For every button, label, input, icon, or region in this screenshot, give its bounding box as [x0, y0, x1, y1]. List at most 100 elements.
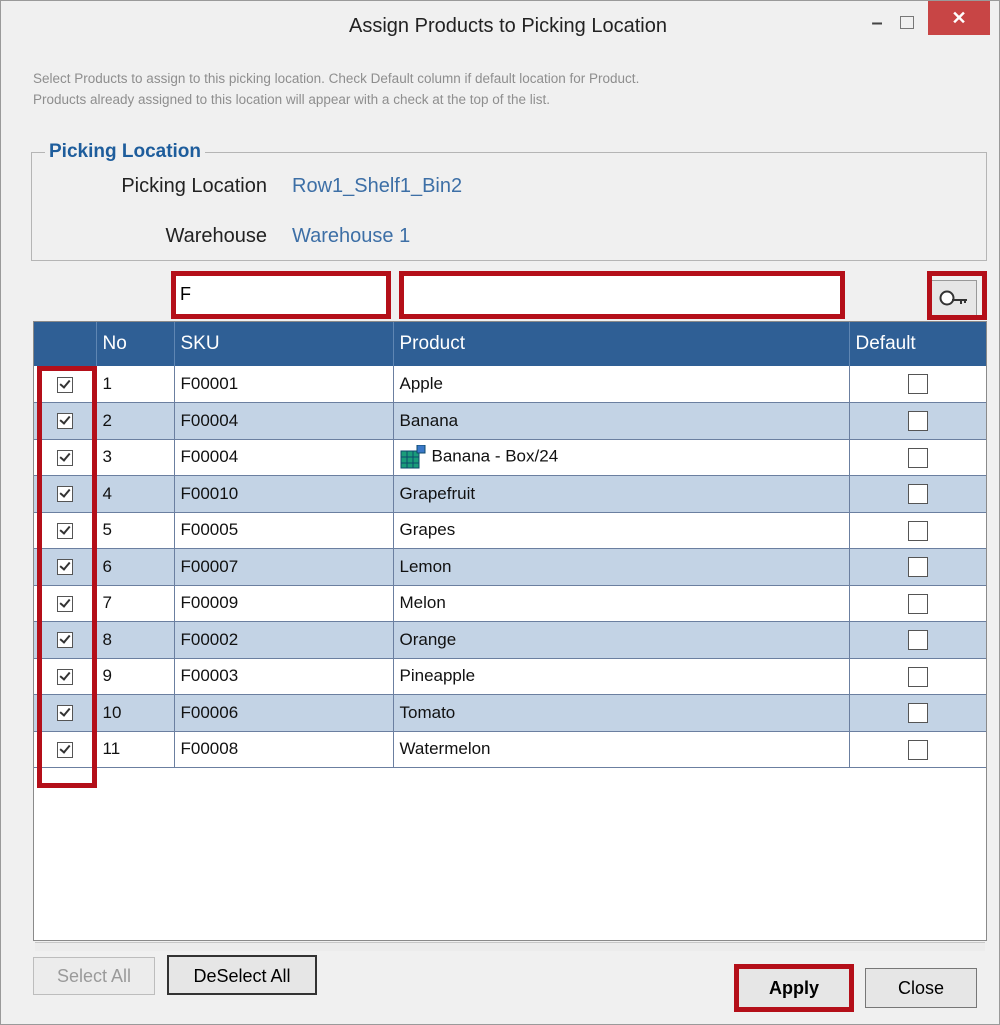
row-default-checkbox[interactable] — [907, 447, 928, 468]
row-default-checkbox[interactable] — [907, 484, 928, 504]
row-select-cell[interactable] — [34, 621, 97, 659]
header-sku[interactable]: SKU — [174, 322, 394, 366]
header-product[interactable]: Product — [393, 322, 850, 366]
table-row[interactable]: 2 F00004 Banana — [34, 402, 986, 440]
row-select-cell[interactable] — [34, 694, 97, 732]
row-select-cell[interactable] — [34, 658, 97, 695]
row-no: 1 — [96, 366, 175, 403]
row-default-cell[interactable] — [849, 585, 986, 622]
row-default-cell[interactable] — [849, 621, 986, 659]
row-default-checkbox[interactable] — [907, 739, 928, 760]
row-default-cell[interactable] — [849, 512, 986, 549]
products-grid: No SKU Product Default 1 F00001 Apple 2 F000… — [33, 321, 987, 941]
row-product-cell: Apple — [393, 366, 850, 403]
row-product-cell: Grapefruit — [393, 475, 850, 513]
row-product: Apple — [399, 374, 443, 393]
row-select-checkbox[interactable] — [56, 413, 73, 430]
row-default-checkbox[interactable] — [907, 374, 928, 395]
row-no: 5 — [96, 512, 175, 549]
title-bar: Assign Products to Picking Location – ✕ — [1, 1, 999, 53]
product-filter-input[interactable] — [401, 273, 843, 317]
table-row[interactable]: 5 F00005 Grapes — [34, 512, 986, 549]
row-default-cell[interactable] — [849, 658, 986, 695]
row-select-checkbox[interactable] — [56, 522, 73, 539]
instructions: Select Products to assign to this pickin… — [33, 68, 639, 110]
products-table: No SKU Product Default 1 F00001 Apple 2 F000… — [34, 322, 986, 768]
sku-filter-input[interactable]: F — [173, 273, 389, 317]
row-select-checkbox[interactable] — [56, 705, 73, 722]
row-select-cell[interactable] — [34, 585, 97, 622]
table-row[interactable]: 6 F00007 Lemon — [34, 548, 986, 586]
row-select-checkbox[interactable] — [56, 559, 73, 576]
table-row[interactable]: 4 F00010 Grapefruit — [34, 475, 986, 513]
row-default-cell[interactable] — [849, 366, 986, 403]
row-product-cell: Banana - Box/24 — [393, 439, 850, 476]
row-select-checkbox[interactable] — [56, 741, 73, 758]
table-row[interactable]: 3 F00004 Banana - Box/24 — [34, 439, 986, 476]
picking-location-label: Picking Location — [121, 175, 267, 197]
table-row[interactable]: 11 F00008 Watermelon — [34, 731, 986, 768]
row-select-checkbox[interactable] — [56, 376, 73, 393]
row-sku: F00004 — [174, 402, 394, 440]
deselect-all-button[interactable]: DeSelect All — [167, 955, 317, 995]
header-default[interactable]: Default — [849, 322, 986, 366]
row-select-checkbox[interactable] — [56, 449, 73, 466]
row-select-cell[interactable] — [34, 439, 97, 476]
row-sku: F00007 — [174, 548, 394, 586]
row-product: Banana - Box/24 — [431, 446, 559, 466]
row-default-cell[interactable] — [849, 731, 986, 768]
instructions-line-2: Products already assigned to this locati… — [33, 92, 551, 107]
row-no: 8 — [96, 621, 175, 659]
row-select-checkbox[interactable] — [56, 632, 73, 649]
header-select[interactable] — [34, 322, 97, 366]
row-default-cell[interactable] — [849, 475, 986, 513]
row-select-cell[interactable] — [34, 475, 97, 513]
box-pack-icon — [400, 444, 425, 469]
horizontal-scrollbar[interactable] — [35, 942, 985, 951]
row-select-cell[interactable] — [34, 512, 97, 549]
apply-button[interactable]: Apply — [737, 968, 851, 1008]
row-default-checkbox[interactable] — [907, 703, 928, 723]
table-row[interactable]: 10 F00006 Tomato — [34, 694, 986, 732]
row-select-checkbox[interactable] — [56, 668, 73, 685]
minimize-icon[interactable]: – — [865, 11, 889, 35]
row-default-checkbox[interactable] — [907, 593, 928, 614]
table-row[interactable]: 9 F00003 Pineapple — [34, 658, 986, 695]
row-product: Pineapple — [399, 666, 476, 686]
row-select-cell[interactable] — [34, 731, 97, 768]
row-sku: F00006 — [174, 694, 394, 732]
row-sku: F00003 — [174, 658, 394, 695]
row-default-checkbox[interactable] — [907, 411, 928, 431]
row-select-checkbox[interactable] — [56, 595, 73, 612]
row-product: Lemon — [399, 556, 452, 576]
table-row[interactable]: 8 F00002 Orange — [34, 621, 986, 659]
maximize-icon[interactable] — [895, 11, 919, 35]
row-default-cell[interactable] — [849, 694, 986, 732]
table-row[interactable]: 1 F00001 Apple — [34, 366, 986, 403]
table-row[interactable]: 7 F00009 Melon — [34, 585, 986, 622]
row-default-checkbox[interactable] — [907, 630, 928, 650]
close-button[interactable]: Close — [865, 968, 977, 1008]
row-select-cell[interactable] — [34, 402, 97, 440]
row-select-checkbox[interactable] — [56, 486, 73, 503]
row-default-cell[interactable] — [849, 548, 986, 586]
row-default-checkbox[interactable] — [907, 666, 928, 687]
grid-header-row: No SKU Product Default — [34, 322, 986, 366]
search-button[interactable] — [931, 280, 977, 316]
row-default-cell[interactable] — [849, 402, 986, 440]
row-no: 3 — [96, 439, 175, 476]
row-select-cell[interactable] — [34, 548, 97, 586]
row-default-cell[interactable] — [849, 439, 986, 476]
row-select-cell[interactable] — [34, 366, 97, 403]
row-no: 11 — [96, 731, 175, 768]
row-product-cell: Lemon — [393, 548, 850, 586]
row-default-checkbox[interactable] — [907, 520, 928, 541]
row-default-checkbox[interactable] — [907, 557, 928, 577]
warehouse-value: Warehouse 1 — [292, 225, 411, 247]
row-sku: F00001 — [174, 366, 394, 403]
picking-location-value: Row1_Shelf1_Bin2 — [292, 175, 463, 197]
select-all-button[interactable]: Select All — [33, 957, 155, 995]
close-icon[interactable]: ✕ — [928, 1, 990, 35]
header-no[interactable]: No — [96, 322, 175, 366]
row-no: 10 — [96, 694, 175, 732]
